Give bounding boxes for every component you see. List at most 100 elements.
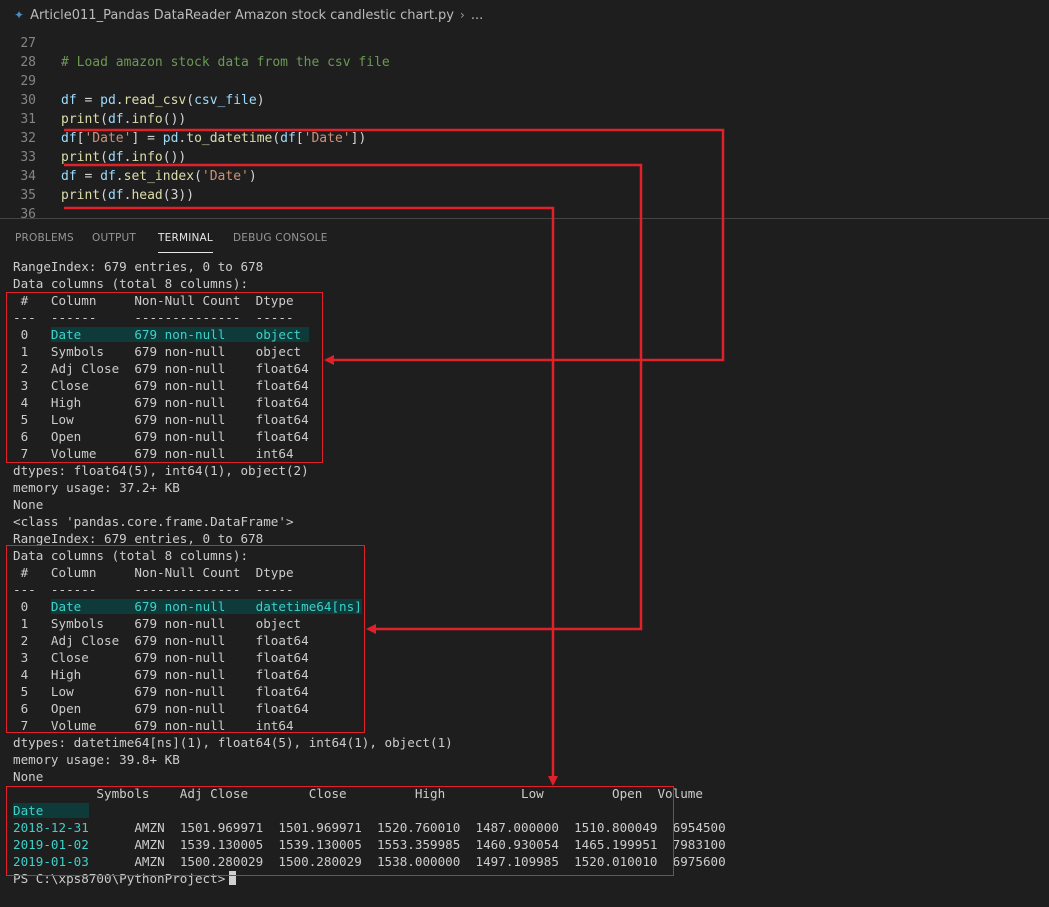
code-token: df xyxy=(107,188,124,203)
code-token: 'Date' xyxy=(84,131,132,146)
code-token: df xyxy=(107,112,124,127)
code-token: df xyxy=(100,169,116,184)
line-number: 31 xyxy=(20,112,36,127)
code-line[interactable]: 36 xyxy=(0,205,1049,224)
code-text[interactable]: print(df.head(3)) xyxy=(61,186,194,205)
panel-divider[interactable] xyxy=(0,218,1049,219)
code-token: read_csv xyxy=(123,93,187,108)
annotation-box-first-info xyxy=(6,292,323,463)
python-file-icon: ✦ xyxy=(14,8,25,22)
terminal-line: None xyxy=(13,768,43,785)
chevron-right-icon: › xyxy=(460,8,465,22)
code-token: ( xyxy=(100,188,108,203)
code-token: print xyxy=(61,188,101,203)
breadcrumb-ellipsis[interactable]: ... xyxy=(471,8,483,23)
code-token: ( xyxy=(186,93,195,108)
line-number: 27 xyxy=(20,36,36,51)
line-number: 36 xyxy=(20,207,36,222)
code-token: pd xyxy=(162,131,179,146)
code-editor[interactable]: 27 28 # Load amazon stock data from the cs… xyxy=(0,30,1049,222)
code-token: 'Date' xyxy=(303,131,351,146)
terminal-text: RangeIndex: 679 entries, 0 to 678 xyxy=(13,259,264,274)
line-number: 35 xyxy=(20,188,36,203)
tab-problems[interactable]: PROBLEMS xyxy=(15,232,74,244)
code-line[interactable]: 28 # Load amazon stock data from the csv … xyxy=(0,53,1049,72)
code-token: pd xyxy=(100,93,116,108)
code-text[interactable]: df = df.set_index('Date') xyxy=(61,167,257,186)
line-number: 33 xyxy=(20,150,36,165)
terminal-text: <class 'pandas.core.frame.DataFrame'> xyxy=(13,514,294,529)
code-line[interactable]: 30 df = pd.read_csv(csv_file) xyxy=(0,91,1049,110)
terminal-line: memory usage: 39.8+ KB xyxy=(13,751,180,768)
code-token: [ xyxy=(295,131,304,146)
code-line[interactable]: 35 print(df.head(3)) xyxy=(0,186,1049,205)
code-token: csv_file xyxy=(194,93,257,108)
breadcrumb-file-name[interactable]: Article011_Pandas DataReader Amazon stoc… xyxy=(30,8,454,23)
tab-terminal[interactable]: TERMINAL xyxy=(158,232,213,253)
terminal-text: dtypes: float64(5), int64(1), object(2) xyxy=(13,463,309,478)
code-token: head xyxy=(131,188,163,203)
terminal-text: Data columns (total 8 columns): xyxy=(13,276,249,291)
code-token: print xyxy=(61,150,101,165)
code-token: # Load amazon stock data from the csv fi… xyxy=(61,55,390,70)
terminal-line: <class 'pandas.core.frame.DataFrame'> xyxy=(13,513,294,530)
code-token: )) xyxy=(178,188,195,203)
code-token: ( xyxy=(162,188,171,203)
code-token: info xyxy=(131,112,163,127)
code-token: df xyxy=(61,169,77,184)
code-text[interactable]: # Load amazon stock data from the csv fi… xyxy=(61,53,390,72)
code-token: to_datetime xyxy=(186,131,273,146)
line-number: 32 xyxy=(20,131,36,146)
code-token: ]) xyxy=(350,131,367,146)
code-line[interactable]: 31 print(df.info()) xyxy=(0,110,1049,129)
terminal-text: memory usage: 39.8+ KB xyxy=(13,752,180,767)
terminal-line: dtypes: float64(5), int64(1), object(2) xyxy=(13,462,309,479)
code-token: df xyxy=(107,150,124,165)
code-token: set_index xyxy=(123,169,195,184)
panel-tab-bar: PROBLEMS OUTPUT TERMINAL DEBUG CONSOLE xyxy=(0,226,1049,253)
annotation-box-second-info xyxy=(6,545,365,733)
code-text[interactable]: df['Date'] = pd.to_datetime(df['Date']) xyxy=(61,129,366,148)
code-token: df xyxy=(61,131,77,146)
line-number: 34 xyxy=(20,169,36,184)
tab-output[interactable]: OUTPUT xyxy=(92,232,136,244)
line-number: 29 xyxy=(20,74,36,89)
code-line[interactable]: 34 df = df.set_index('Date') xyxy=(0,167,1049,186)
code-text[interactable]: print(df.info()) xyxy=(61,110,186,129)
code-token: ( xyxy=(272,131,281,146)
terminal-line: memory usage: 37.2+ KB xyxy=(13,479,180,496)
code-token: ] = xyxy=(131,131,163,146)
code-token: df xyxy=(280,131,296,146)
code-token: ) xyxy=(248,169,257,184)
terminal-text: dtypes: datetime64[ns](1), float64(5), i… xyxy=(13,735,453,750)
code-line[interactable]: 32 df['Date'] = pd.to_datetime(df['Date']… xyxy=(0,129,1049,148)
breadcrumb[interactable]: ✦ Article011_Pandas DataReader Amazon st… xyxy=(0,0,1049,30)
code-token: print xyxy=(61,112,101,127)
terminal-line: Data columns (total 8 columns): xyxy=(13,275,248,292)
code-token: info xyxy=(131,150,163,165)
code-token: df xyxy=(61,93,77,108)
code-line[interactable]: 33 print(df.info()) xyxy=(0,148,1049,167)
terminal-line: dtypes: datetime64[ns](1), float64(5), i… xyxy=(13,734,453,751)
tab-debug-console[interactable]: DEBUG CONSOLE xyxy=(233,232,328,244)
code-token: ()) xyxy=(162,112,187,127)
code-line[interactable]: 27 xyxy=(0,34,1049,53)
annotation-box-head-output xyxy=(6,786,674,876)
terminal-text: RangeIndex: 679 entries, 0 to 678 xyxy=(13,531,264,546)
line-number: 30 xyxy=(20,93,36,108)
code-token: . xyxy=(115,169,124,184)
code-text[interactable]: print(df.info()) xyxy=(61,148,186,167)
code-token: = xyxy=(76,93,101,108)
code-token: ( xyxy=(194,169,202,184)
code-token: ()) xyxy=(162,150,187,165)
terminal-text: None xyxy=(13,769,44,784)
code-token: . xyxy=(115,93,124,108)
terminal-text: memory usage: 37.2+ KB xyxy=(13,480,180,495)
line-number: 28 xyxy=(20,55,36,70)
terminal-text: None xyxy=(13,497,44,512)
terminal-line: RangeIndex: 679 entries, 0 to 678 xyxy=(13,258,263,275)
code-line[interactable]: 29 xyxy=(0,72,1049,91)
code-token: = xyxy=(76,169,101,184)
code-token: ( xyxy=(100,112,108,127)
code-text[interactable]: df = pd.read_csv(csv_file) xyxy=(61,91,265,110)
